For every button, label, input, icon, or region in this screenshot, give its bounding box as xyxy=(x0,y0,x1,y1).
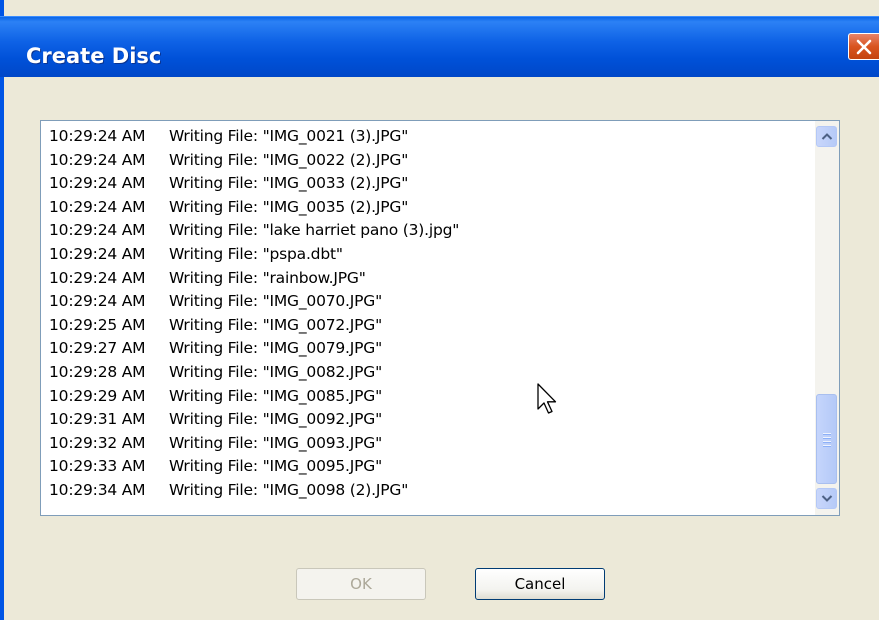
log-entry-time: 10:29:25 AM xyxy=(49,315,146,334)
log-entry-message: Writing File: "IMG_0021 (3).JPG" xyxy=(169,127,409,145)
log-entry-message: Writing File: "IMG_0079.JPG" xyxy=(169,339,383,358)
log-entry[interactable]: 10:29:28 AM Writing File: "IMG_0082.JPG" xyxy=(49,361,459,385)
log-entry-message: Writing File: "lake harriet pano (3).jpg… xyxy=(169,221,460,240)
log-entry[interactable]: 10:29:24 AM Writing File: "IMG_0022 (2).J… xyxy=(49,149,459,173)
close-icon xyxy=(856,39,872,55)
log-entry[interactable]: 10:29:24 AM Writing File: "IMG_0033 (2).J… xyxy=(49,172,459,196)
log-entry-message: Writing File: "pspa.dbt" xyxy=(169,244,343,263)
log-entry-time: 10:29:24 AM xyxy=(49,221,146,240)
log-entry-time: 10:29:31 AM xyxy=(49,410,146,429)
log-entry[interactable]: 10:29:27 AM Writing File: "IMG_0079.JPG" xyxy=(49,337,459,361)
log-entry-time: 10:29:27 AM xyxy=(49,339,146,358)
log-entry-time: 10:29:24 AM xyxy=(49,292,146,311)
cancel-button[interactable]: Cancel xyxy=(475,568,605,600)
scroll-down-button[interactable] xyxy=(816,488,837,509)
vertical-scrollbar[interactable] xyxy=(815,121,839,515)
scroll-thumb-grip xyxy=(823,433,831,449)
log-entry-time: 10:29:24 AM xyxy=(49,268,146,287)
log-entry-message: Writing File: "IMG_0082.JPG" xyxy=(169,362,383,381)
mouse-pointer-icon xyxy=(537,383,557,414)
log-listbox[interactable]: 10:29:24 AM Writing File: "IMG_0021 (3).J… xyxy=(40,120,840,516)
log-entry-message: Writing File: "IMG_0092.JPG" xyxy=(169,410,383,429)
log-entry[interactable]: 10:29:24 AM Writing File: "IMG_0070.JPG" xyxy=(49,290,459,314)
log-entry-message: Writing File: "IMG_0022 (2).JPG" xyxy=(169,150,409,169)
scroll-up-button[interactable] xyxy=(816,126,837,147)
log-entry[interactable]: 10:29:24 AM Writing File: "lake harriet p… xyxy=(49,219,459,243)
log-entry-message: Writing File: "IMG_0093.JPG" xyxy=(169,433,383,452)
close-button[interactable] xyxy=(848,33,879,60)
log-entry-message: Writing File: "IMG_0095.JPG" xyxy=(169,457,383,476)
log-entry-time: 10:29:32 AM xyxy=(49,433,146,452)
log-entry[interactable]: 10:29:24 AM Writing File: "rainbow.JPG" xyxy=(49,267,459,291)
log-entry-time: 10:29:24 AM xyxy=(49,244,146,263)
log-entry[interactable]: 10:29:24 AM Writing File: "IMG_0021 (3).J… xyxy=(49,125,459,149)
log-entry[interactable]: 10:29:24 AM Writing File: "pspa.dbt" xyxy=(49,243,459,267)
log-entry-time: 10:29:24 AM xyxy=(49,174,146,193)
log-entry-time: 10:29:33 AM xyxy=(49,457,146,476)
log-entry[interactable]: 10:29:32 AM Writing File: "IMG_0093.JPG" xyxy=(49,432,459,456)
title-bar[interactable]: Create Disc xyxy=(0,16,879,77)
log-entry[interactable]: 10:29:24 AM Writing File: "IMG_0035 (2).J… xyxy=(49,196,459,220)
log-entry-message: Writing File: "IMG_0098 (2).JPG" xyxy=(169,480,409,499)
log-entry-message: Writing File: "IMG_0070.JPG" xyxy=(169,292,383,311)
log-entry-time: 10:29:24 AM xyxy=(49,197,146,216)
log-entry-time: 10:29:28 AM xyxy=(49,362,146,381)
chevron-down-icon xyxy=(821,495,833,502)
log-entry[interactable]: 10:29:33 AM Writing File: "IMG_0095.JPG" xyxy=(49,455,459,479)
log-entry[interactable]: 10:29:34 AM Writing File: "IMG_0098 (2).J… xyxy=(49,479,459,503)
scroll-thumb[interactable] xyxy=(816,394,837,484)
log-list: 10:29:24 AM Writing File: "IMG_0021 (3).J… xyxy=(49,125,459,503)
log-entry[interactable]: 10:29:29 AM Writing File: "IMG_0085.JPG" xyxy=(49,385,459,409)
log-entry-message: Writing File: "IMG_0033 (2).JPG" xyxy=(169,174,409,193)
log-entry-time: 10:29:29 AM xyxy=(49,386,146,405)
log-entry-time: 10:29:34 AM xyxy=(49,480,146,499)
log-entry-message: Writing File: "IMG_0072.JPG" xyxy=(169,315,383,334)
log-entry[interactable]: 10:29:25 AM Writing File: "IMG_0072.JPG" xyxy=(49,314,459,338)
log-entry-message: Writing File: "IMG_0035 (2).JPG" xyxy=(169,197,409,216)
log-entry-message: Writing File: "IMG_0085.JPG" xyxy=(169,386,383,405)
chevron-up-icon xyxy=(821,133,833,140)
log-entry-time: 10:29:24 AM xyxy=(49,127,146,145)
log-entry-time: 10:29:24 AM xyxy=(49,150,146,169)
ok-button[interactable]: OK xyxy=(296,568,426,600)
window-title: Create Disc xyxy=(26,44,162,68)
log-entry-message: Writing File: "rainbow.JPG" xyxy=(169,268,366,287)
log-entry[interactable]: 10:29:31 AM Writing File: "IMG_0092.JPG" xyxy=(49,408,459,432)
